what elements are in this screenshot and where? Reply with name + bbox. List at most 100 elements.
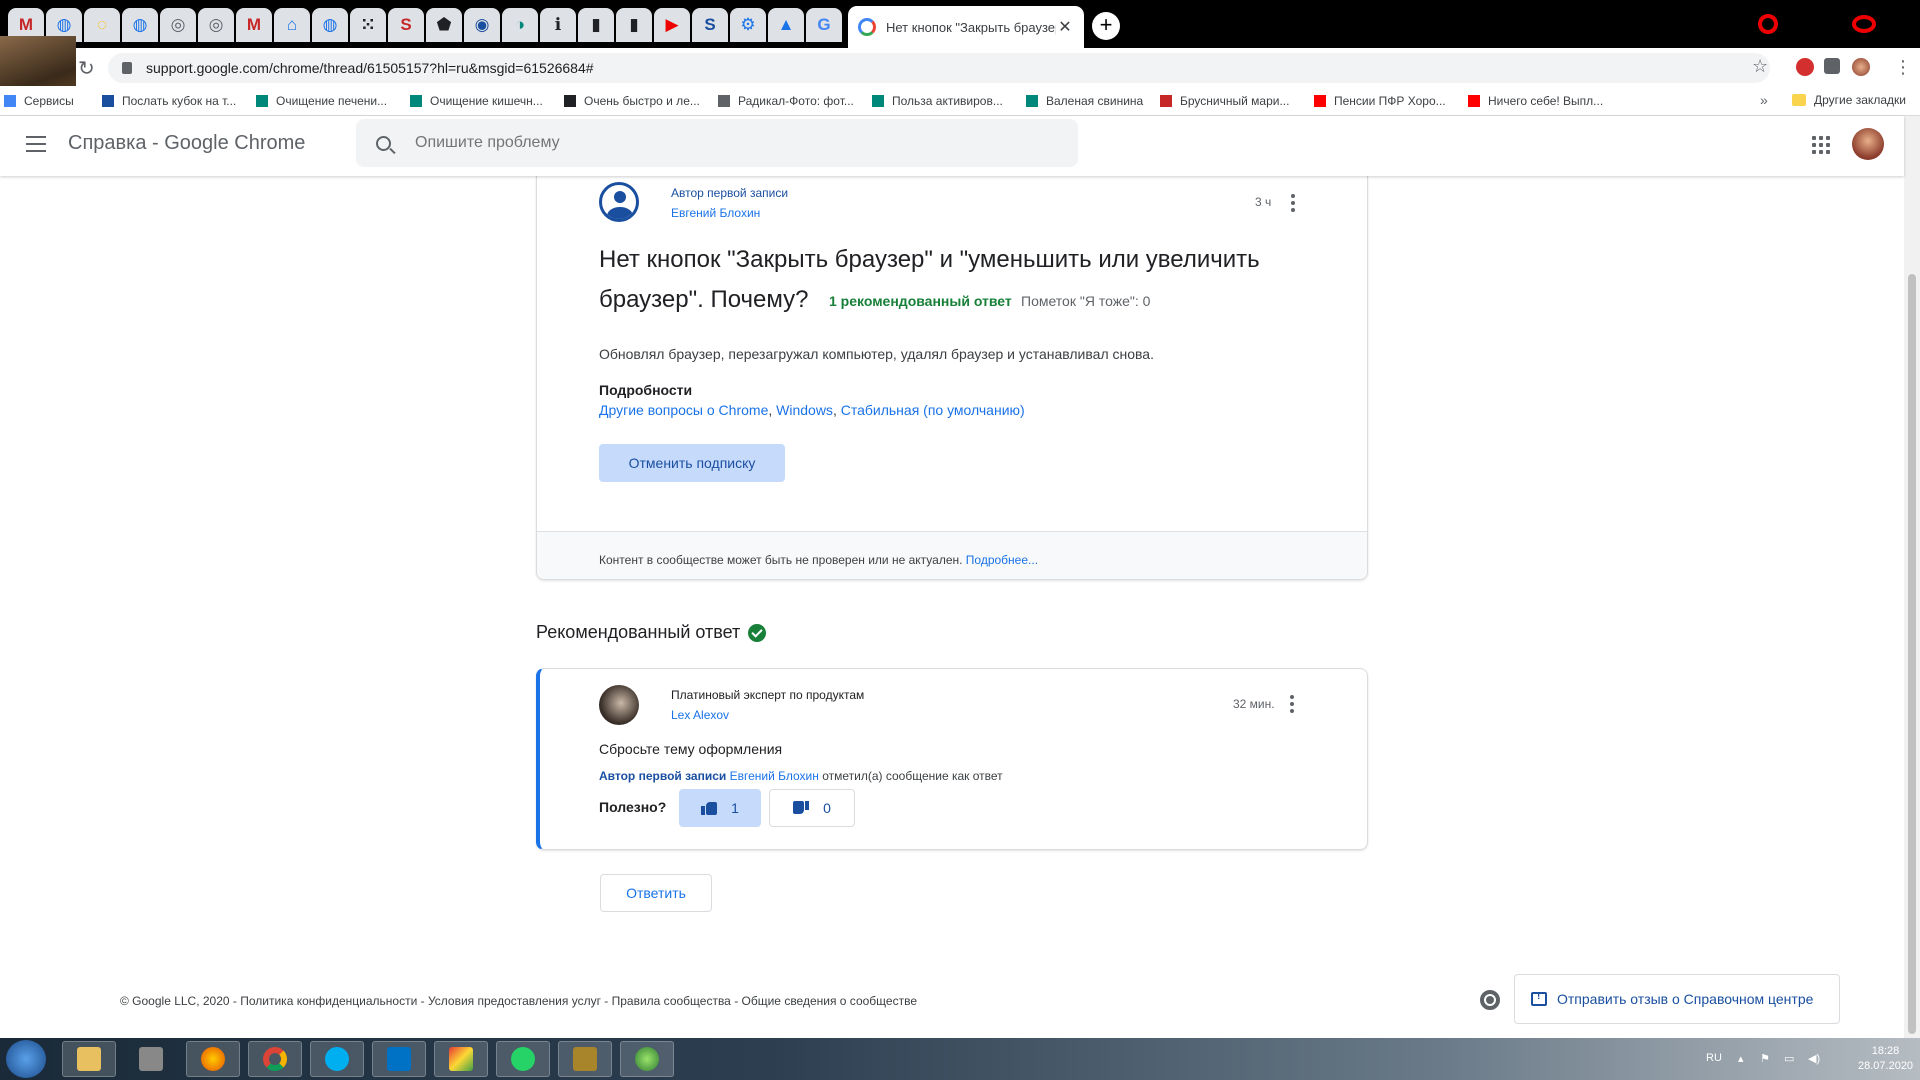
system-clock[interactable]: 18:28 28.07.2020 — [1858, 1044, 1913, 1074]
pinned-tab-18[interactable]: ▶ — [654, 8, 690, 42]
send-feedback-button[interactable]: Отправить отзыв о Справочном центре — [1514, 974, 1840, 1024]
bookmark-item[interactable]: Очень быстро и ле... — [564, 94, 700, 108]
volume-icon[interactable]: ◀) — [1808, 1052, 1820, 1065]
taskbar-paint[interactable] — [434, 1041, 488, 1077]
answer-author-role: Платиновый эксперт по продуктам — [671, 688, 865, 702]
question-more-icon[interactable] — [1291, 194, 1295, 212]
new-tab-button[interactable]: + — [1092, 12, 1120, 40]
opera-gx-icon[interactable] — [1852, 15, 1876, 33]
bookmark-item[interactable]: Валеная свинина — [1026, 94, 1143, 108]
scrollbar-thumb[interactable] — [1908, 274, 1916, 1034]
taskbar-firefox[interactable] — [186, 1041, 240, 1077]
pinned-tab-6[interactable]: ◎ — [198, 8, 234, 42]
taskbar-whatsapp[interactable] — [496, 1041, 550, 1077]
bookmark-favicon-icon — [256, 95, 268, 107]
pinned-tab-17[interactable]: ▮ — [616, 8, 652, 42]
address-bar[interactable]: support.google.com/chrome/thread/6150515… — [108, 53, 1770, 83]
disclaimer-link[interactable]: Подробнее... — [966, 553, 1038, 567]
taskbar-app-10[interactable] — [620, 1041, 674, 1077]
bookmark-item[interactable]: Очищение печени... — [256, 94, 387, 108]
taskbar-app-9[interactable] — [558, 1041, 612, 1077]
pinned-tab-8[interactable]: ⌂ — [274, 8, 310, 42]
adblock-icon[interactable] — [1796, 58, 1814, 76]
google-apps-icon[interactable] — [1812, 136, 1830, 154]
details-link-stable[interactable]: Стабильная (по умолчанию) — [841, 402, 1025, 418]
browser-menu-icon[interactable]: ⋮ — [1894, 57, 1912, 78]
footer-links[interactable]: © Google LLC, 2020 - Политика конфиденци… — [120, 994, 917, 1008]
pinned-tab-10[interactable]: ⁙ — [350, 8, 386, 42]
upvote-button[interactable]: 1 — [679, 789, 761, 827]
pinned-tab-20[interactable]: ⚙ — [730, 8, 766, 42]
extensions-puzzle-icon[interactable] — [1824, 58, 1840, 74]
answer-author-name[interactable]: Lex Alexov — [671, 708, 729, 722]
action-center-flag-icon[interactable]: ⚑ — [1760, 1052, 1770, 1065]
profile-avatar-icon[interactable] — [1852, 58, 1870, 76]
bookmark-label: Радикал-Фото: фот... — [738, 94, 854, 108]
help-search[interactable] — [356, 119, 1078, 167]
pinned-tab-9[interactable]: ◍ — [312, 8, 348, 42]
network-icon[interactable]: ▭ — [1784, 1052, 1794, 1065]
unsubscribe-button[interactable]: Отменить подписку — [599, 444, 785, 482]
whatsapp-icon — [511, 1047, 535, 1071]
hamburger-menu-icon[interactable] — [26, 136, 46, 152]
question-author-name[interactable]: Евгений Блохин — [671, 206, 760, 220]
pinned-tab-13[interactable]: ◉ — [464, 8, 500, 42]
keyboard-language[interactable]: RU — [1706, 1052, 1722, 1064]
windows-taskbar: RU ▴ ⚑ ▭ ◀) 18:28 28.07.2020 — [0, 1038, 1920, 1080]
reply-button[interactable]: Ответить — [600, 874, 712, 912]
start-button-icon[interactable] — [6, 1040, 46, 1078]
google-favicon-icon — [858, 18, 876, 36]
pinned-tab-3[interactable]: ◌ — [84, 8, 120, 42]
bookmark-item[interactable]: Послать кубок на т... — [102, 94, 236, 108]
active-tab[interactable]: Нет кнопок "Закрыть браузер" ✕ — [848, 6, 1084, 48]
pinned-tab-15[interactable]: ℹ — [540, 8, 576, 42]
marked-author-name[interactable]: Евгений Блохин — [730, 769, 819, 783]
details-heading: Подробности — [599, 382, 693, 398]
product-title[interactable]: Справка - Google Chrome — [68, 132, 305, 155]
taskbar-chrome[interactable] — [248, 1041, 302, 1077]
pinned-tab-21[interactable]: ▲ — [768, 8, 804, 42]
pinned-tab-22[interactable]: G — [806, 8, 842, 42]
bookmark-item[interactable]: Сервисы — [4, 94, 74, 108]
downvote-button[interactable]: 0 — [769, 789, 855, 827]
answer-more-icon[interactable] — [1290, 695, 1294, 713]
pinned-tab-16[interactable]: ▮ — [578, 8, 614, 42]
pinned-tab-7[interactable]: M — [236, 8, 272, 42]
answer-author-avatar[interactable] — [599, 685, 639, 725]
bookmark-item[interactable]: Пенсии ПФР Хоро... — [1314, 94, 1446, 108]
bookmark-item[interactable]: Польза активиров... — [872, 94, 1003, 108]
bookmark-label: Сервисы — [24, 94, 74, 108]
bookmark-item[interactable]: Очищение кишечн... — [410, 94, 543, 108]
bookmark-item[interactable]: Брусничный мари... — [1160, 94, 1289, 108]
dark-mode-toggle-icon[interactable] — [1480, 990, 1500, 1010]
pinned-tab-14[interactable]: ◑ — [502, 8, 538, 42]
bookmark-item[interactable]: Ничего себе! Выпл... — [1468, 94, 1603, 108]
tray-expand-icon[interactable]: ▴ — [1738, 1052, 1744, 1065]
bookmarks-overflow-icon[interactable]: » — [1760, 92, 1768, 108]
opera-icon[interactable] — [1758, 14, 1778, 34]
taskbar-outlook[interactable] — [372, 1041, 426, 1077]
pinned-tab-4[interactable]: ◍ — [122, 8, 158, 42]
bookmark-label: Брусничный мари... — [1180, 94, 1290, 108]
skype-icon — [325, 1047, 349, 1071]
details-links: Другие вопросы о Chrome, Windows, Стабил… — [599, 402, 1025, 418]
close-tab-icon[interactable]: ✕ — [1056, 17, 1074, 37]
details-link-chrome[interactable]: Другие вопросы о Chrome — [599, 402, 768, 418]
pinned-tab-5[interactable]: ◎ — [160, 8, 196, 42]
taskbar-app-2[interactable] — [124, 1041, 178, 1077]
account-avatar[interactable] — [1852, 128, 1884, 160]
paint-icon — [449, 1047, 473, 1071]
recommended-answer-count[interactable]: 1 рекомендованный ответ — [829, 293, 1012, 309]
help-search-input[interactable] — [415, 134, 1015, 152]
page-scrollbar[interactable] — [1904, 116, 1920, 1038]
pinned-tab-11[interactable]: S — [388, 8, 424, 42]
pinned-tab-19[interactable]: S — [692, 8, 728, 42]
bookmark-star-icon[interactable]: ☆ — [1752, 56, 1768, 77]
other-bookmarks[interactable]: Другие закладки — [1792, 93, 1906, 107]
pinned-tab-12[interactable]: ⬟ — [426, 8, 462, 42]
bookmark-item[interactable]: Радикал-Фото: фот... — [718, 94, 854, 108]
taskbar-explorer[interactable] — [62, 1041, 116, 1077]
details-link-windows[interactable]: Windows — [776, 402, 833, 418]
reload-icon[interactable]: ↻ — [78, 56, 95, 81]
taskbar-skype[interactable] — [310, 1041, 364, 1077]
